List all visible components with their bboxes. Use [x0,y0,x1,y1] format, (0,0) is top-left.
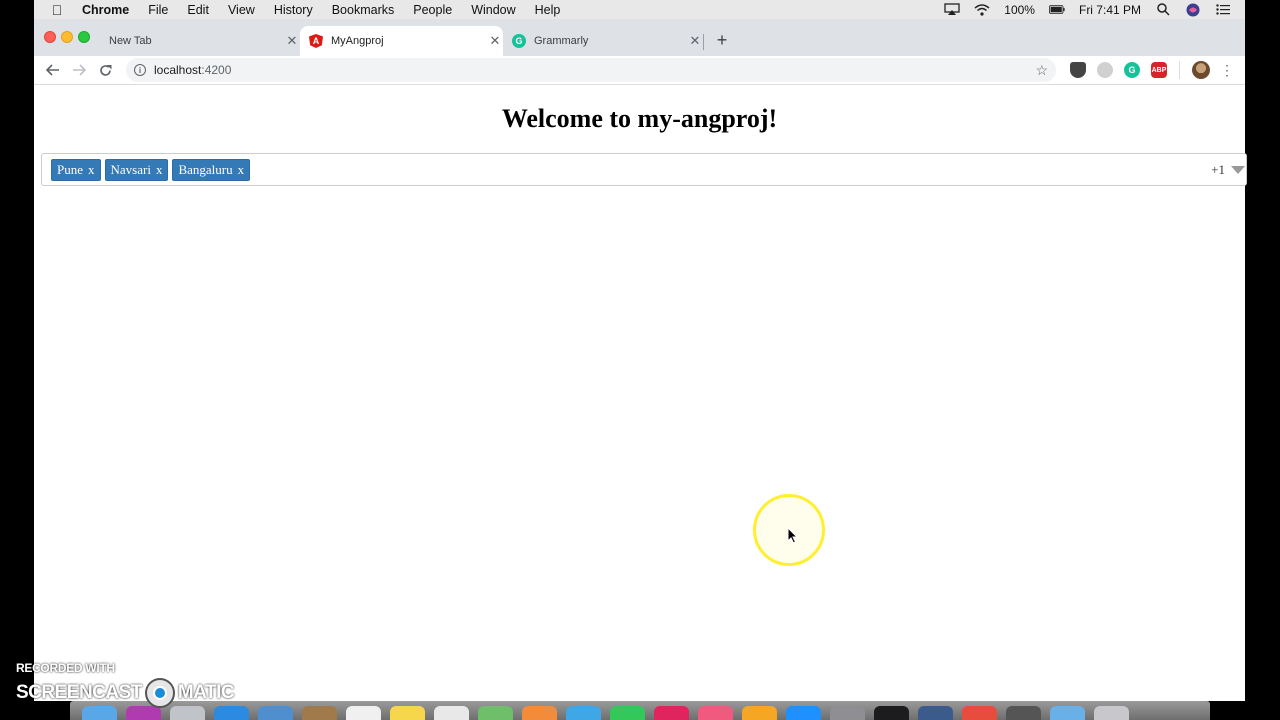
tab-divider [703,34,704,50]
extension-icon[interactable] [1097,62,1113,78]
selected-chip-bangaluru: Bangaluru x [172,158,251,181]
dock-app-books[interactable] [742,706,777,720]
adblock-extension-icon[interactable]: ABP [1151,62,1167,78]
selected-chip-navsari: Navsari x [104,158,169,181]
menu-help[interactable]: Help [535,3,561,17]
screencast-o-matic-watermark: SCREENCAST MATIC [16,678,235,708]
grammarly-extension-icon[interactable]: G [1124,62,1140,78]
menubar-clock[interactable]: Fri 7:41 PM [1079,3,1141,17]
url-port: :4200 [201,63,232,77]
tab-close-icon[interactable]: ✕ [687,33,703,49]
city-multiselect[interactable]: Pune x Navsari x Bangaluru x +1 [41,153,1247,186]
dock-app-screenshot[interactable] [1006,706,1041,720]
tab-title: New Tab [109,35,152,47]
chip-remove-button[interactable]: x [88,162,95,178]
battery-icon[interactable] [1048,3,1065,17]
watermark-recorded-with: RECORDED WITH [16,661,115,675]
window-minimize-button[interactable] [61,31,73,43]
chip-remove-button[interactable]: x [238,162,245,178]
menu-edit[interactable]: Edit [187,3,209,17]
menu-bookmarks[interactable]: Bookmarks [332,3,395,17]
dock-app-system-preferences[interactable] [830,706,865,720]
dock-trash-icon[interactable] [1094,706,1129,720]
tab-title: MyAngproj [331,35,384,47]
watermark-left-text: SCREENCAST [16,682,142,703]
address-bar[interactable]: i localhost:4200 ☆ [126,58,1056,82]
menu-people[interactable]: People [413,3,452,17]
menu-history[interactable]: History [274,3,313,17]
mac-dock [70,701,1210,720]
dock-app-news[interactable] [654,706,689,720]
chip-label: Navsari [110,161,151,177]
dock-app-launchpad[interactable] [170,706,205,720]
grammarly-favicon-icon: G [512,34,526,48]
dock-app-downloads-folder[interactable] [1050,706,1085,720]
reload-icon[interactable] [92,58,118,82]
chip-remove-button[interactable]: x [156,162,163,178]
wifi-icon[interactable] [974,3,990,17]
site-info-icon[interactable]: i [134,64,146,76]
dock-app-terminal[interactable] [874,706,909,720]
menu-window[interactable]: Window [471,3,515,17]
mouse-pointer-icon [787,527,798,544]
menubar-status-area: 100% Fri 7:41 PM [944,3,1245,17]
dock-app-finder[interactable] [82,706,117,720]
browser-toolbar: i localhost:4200 ☆ G ABP ⋮ [34,56,1245,85]
dock-app-music[interactable] [698,706,733,720]
url-host: localhost [154,63,202,77]
tab-close-icon[interactable]: ✕ [284,33,300,49]
screen:  Chrome File Edit View History Bookmark… [0,0,1280,720]
chrome-menu-icon[interactable]: ⋮ [1220,62,1234,79]
screencast-logo-icon [144,678,175,708]
menu-view[interactable]: View [228,3,255,17]
apple-icon[interactable]:  [50,2,64,18]
dock-app-safari[interactable] [214,706,249,720]
dock-app-chrome[interactable] [962,706,997,720]
dock-app-siri[interactable] [126,706,161,720]
tab-close-icon[interactable]: ✕ [487,33,503,49]
chip-label: Bangaluru [178,161,233,177]
menu-file[interactable]: File [148,3,168,17]
browser-tab-strip: New Tab ✕ A MyAngproj ✕ G Grammarly ✕ + [34,19,1245,56]
bookmark-star-icon[interactable]: ☆ [1035,62,1048,79]
battery-percent: 100% [1004,2,1035,17]
dock-app-facetime[interactable] [610,706,645,720]
dock-app-notes[interactable] [390,706,425,720]
profile-avatar[interactable] [1192,61,1210,79]
notification-center-icon[interactable] [1215,3,1231,17]
watermark-right-text: MATIC [177,682,235,703]
dock-app-messages[interactable] [566,706,601,720]
dock-app-calendar[interactable] [346,706,381,720]
dock-app-reminders[interactable] [434,706,469,720]
window-close-button[interactable] [44,31,56,43]
page-viewport: Welcome to my-angproj! Pune x Navsari x … [34,85,1247,701]
tab-myangproj[interactable]: A MyAngproj ✕ [300,26,503,56]
dock-app-mail[interactable] [258,706,293,720]
siri-icon[interactable] [1185,3,1201,17]
pocket-extension-icon[interactable] [1070,62,1086,78]
dock-app-maps[interactable] [478,706,513,720]
airplay-icon[interactable] [944,3,960,17]
tab-new-tab[interactable]: New Tab ✕ [100,26,300,56]
spotlight-search-icon[interactable] [1155,3,1171,17]
dock-app-contacts[interactable] [302,706,337,720]
dock-app-vscode[interactable] [918,706,953,720]
mac-menubar:  Chrome File Edit View History Bookmark… [34,0,1245,19]
dock-app-photos[interactable] [522,706,557,720]
window-zoom-button[interactable] [78,31,90,43]
angular-favicon-icon: A [309,34,323,48]
forward-arrow-icon[interactable] [66,58,92,82]
page-title: Welcome to my-angproj! [501,104,778,133]
tab-grammarly[interactable]: G Grammarly ✕ [503,26,703,56]
menu-app-name[interactable]: Chrome [82,3,129,17]
dropdown-caret-icon[interactable] [1231,165,1245,174]
dock-app-app-store[interactable] [786,706,821,720]
more-selected-count: +1 [1211,161,1225,177]
selected-chip-pune: Pune x [51,158,101,181]
new-tab-plus-icon[interactable]: + [711,30,733,52]
tab-title: Grammarly [534,35,589,47]
back-arrow-icon[interactable] [40,58,66,82]
chip-label: Pune [57,161,83,177]
toolbar-divider [1179,61,1180,79]
